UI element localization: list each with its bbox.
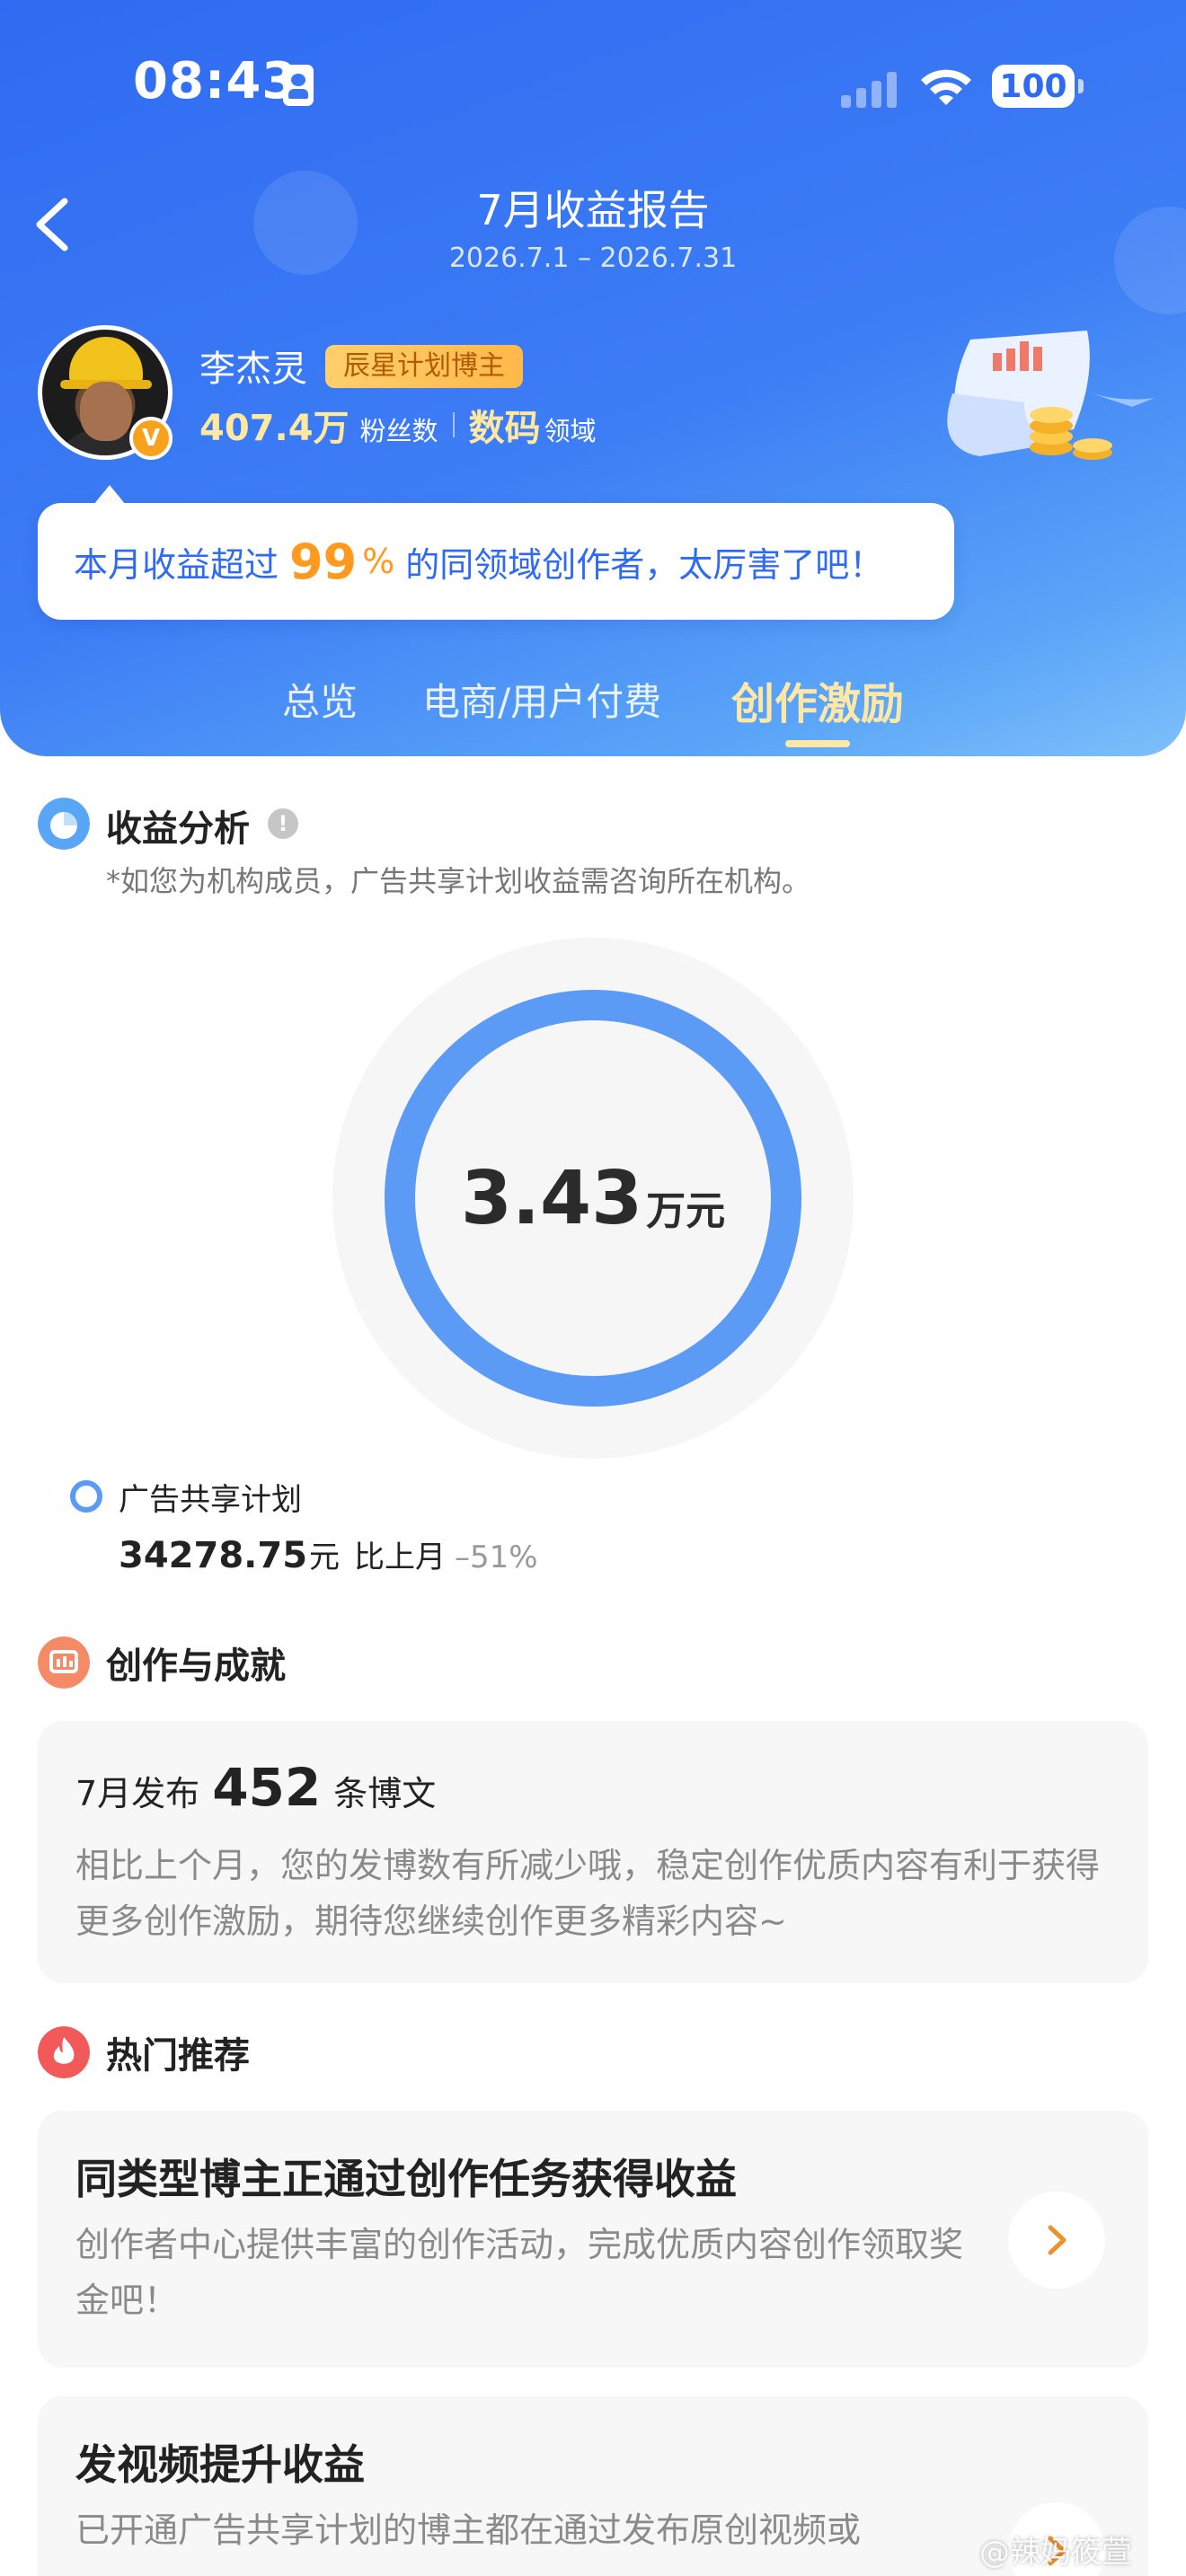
- info-icon[interactable]: !: [268, 808, 298, 839]
- recommend-title: 同类型博主正通过创作任务获得收益: [75, 2155, 737, 2203]
- fire-icon: [38, 2026, 90, 2078]
- compare-label: 比上月: [354, 1539, 447, 1575]
- recommend-card-tasks[interactable]: 同类型博主正通过创作任务获得收益 创作者中心提供丰富的创作活动，完成优质内容创作…: [38, 2111, 1148, 2368]
- cellular-signal-icon: [841, 68, 900, 108]
- followers-count: 407.4万: [199, 408, 350, 449]
- verified-badge-icon: V: [129, 417, 173, 460]
- legend-marker: [70, 1480, 102, 1513]
- total-income-unit: 万元: [646, 1188, 726, 1234]
- callout-prefix: 本月收益超过: [74, 544, 279, 585]
- callout-tail: [93, 485, 126, 505]
- recommend-description: 已开通广告共享计划的博主都在通过发布原创视频或: [75, 2510, 862, 2550]
- wifi-icon: [921, 69, 971, 105]
- creator-badge: 辰星计划博主: [325, 345, 523, 388]
- post-count-suffix: 条博文: [333, 1774, 437, 1813]
- callout-percent: 99: [289, 533, 358, 590]
- achievement-title: 创作与成就: [106, 1645, 286, 1687]
- achievement-card: 7月发布 452 条博文 相比上个月，您的发博数有所减少哦，稳定创作优质内容有利…: [38, 1721, 1148, 1983]
- contact-card-icon: [283, 65, 314, 106]
- stats-divider: [452, 412, 455, 437]
- legend-value-row: 34278.75 元 比上月 –51%: [119, 1532, 538, 1576]
- open-button[interactable]: [1008, 2192, 1105, 2289]
- hot-title: 热门推荐: [106, 2035, 250, 2077]
- followers-label: 粉丝数: [359, 416, 438, 446]
- chevron-right-icon: [1048, 2225, 1067, 2255]
- status-time: 08:43: [133, 52, 298, 110]
- month-change: –51%: [455, 1539, 538, 1575]
- tab-bar: 总览 电商/用户付费 创作激励: [0, 672, 1186, 753]
- user-stats: 407.4万 粉丝数 数码 领域: [199, 399, 597, 451]
- receipt-coins-illustration: [947, 331, 1155, 460]
- watermark: @辣妈筱萱: [979, 2535, 1132, 2571]
- page-title: 7月收益报告: [476, 186, 710, 234]
- achievement-description: 相比上个月，您的发博数有所减少哦，稳定创作优质内容有利于获得更多创作激励，期待您…: [75, 1846, 1101, 1941]
- recommend-title: 发视频提升收益: [75, 2440, 365, 2489]
- battery-icon: 100: [992, 65, 1084, 108]
- tab-creation-incentive[interactable]: 创作激励: [731, 668, 904, 731]
- tab-overview[interactable]: 总览: [282, 672, 358, 727]
- domain-value: 数码: [468, 408, 541, 449]
- ad-share-income: 34278.75: [119, 1535, 308, 1576]
- callout-suffix: 的同领域创作者，太厉害了吧！: [405, 544, 884, 585]
- user-name: 李杰灵: [199, 348, 307, 390]
- rank-callout: 本月收益超过 99 % 的同领域创作者，太厉害了吧！: [38, 503, 954, 620]
- tab-active-indicator: [785, 740, 850, 747]
- income-analysis-title: 收益分析: [106, 808, 250, 850]
- tab-ecommerce[interactable]: 电商/用户付费: [422, 672, 661, 727]
- bar-chart-icon: [38, 1636, 90, 1689]
- callout-percent-sign: %: [362, 542, 395, 581]
- institution-note: *如您为机构成员，广告共享计划收益需咨询所在机构。: [106, 864, 811, 898]
- ad-share-unit: 元: [309, 1539, 341, 1575]
- post-count-line: 7月发布 452 条博文: [75, 1757, 436, 1818]
- post-count-prefix: 7月发布: [75, 1774, 200, 1813]
- total-income-value: 3.43: [460, 1155, 643, 1241]
- domain-label: 领域: [544, 416, 597, 446]
- post-count: 452: [212, 1757, 322, 1818]
- pie-chart-icon: [38, 798, 90, 850]
- donut-center-total: 3.43 万元: [332, 938, 854, 1459]
- recommend-description: 创作者中心提供丰富的创作活动，完成优质内容创作领取奖金吧！: [75, 2225, 964, 2320]
- legend-label: 广告共享计划: [119, 1482, 302, 1518]
- report-header: 08:43 100 7月收益报告 2026.7.1 – 2026.7.31 V …: [0, 0, 1186, 756]
- date-range: 2026.7.1 – 2026.7.31: [448, 243, 738, 274]
